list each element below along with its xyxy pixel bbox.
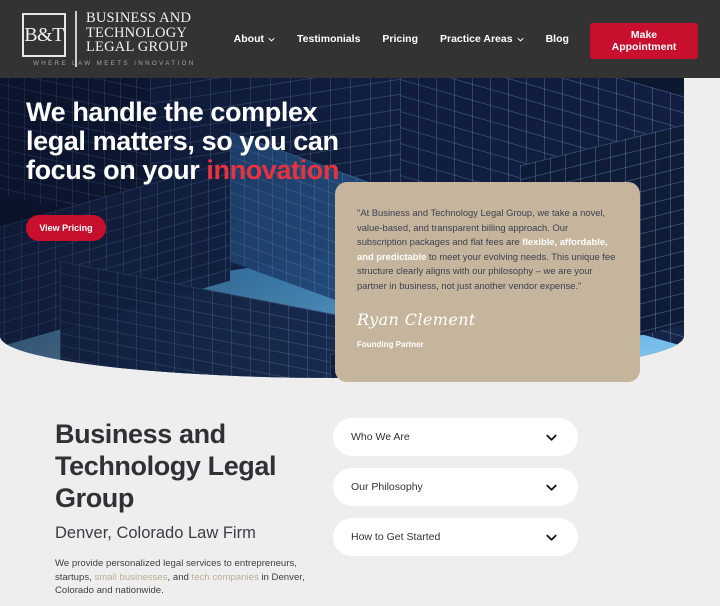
chevron-down-icon xyxy=(546,534,557,541)
hero-headline-accent: innovation xyxy=(206,155,339,185)
page-root: B&T BUSINESS AND TECHNOLOGY LEGAL GROUP … xyxy=(0,0,720,606)
chevron-down-icon xyxy=(546,484,557,491)
logo-line-3: LEGAL GROUP xyxy=(86,39,188,56)
testimonial-quote: "At Business and Technology Legal Group,… xyxy=(357,206,618,294)
accordion-item-who-we-are[interactable]: Who We Are xyxy=(333,418,578,456)
logo-line-1: BUSINESS AND xyxy=(86,10,192,27)
nav-label-about: About xyxy=(233,33,264,45)
testimonial-signature: Ryan Clement xyxy=(357,309,476,329)
logo-monogram-text: B&T xyxy=(24,23,64,46)
intro-paragraph-1: We provide personalized legal services t… xyxy=(55,557,320,598)
nav-label-blog: Blog xyxy=(545,33,569,45)
nav-label-testimonials: Testimonials xyxy=(297,33,361,45)
nav-item-about[interactable]: About xyxy=(234,33,275,45)
chevron-down-icon xyxy=(546,434,557,441)
accordion-list: Who We Are Our Philosophy How to Get Sta… xyxy=(333,418,578,568)
nav-label-pricing: Pricing xyxy=(382,33,418,45)
accordion-label: How to Get Started xyxy=(351,531,441,543)
appointment-label-line2: Appointment xyxy=(611,41,677,53)
logo-line-2: TECHNOLOGY xyxy=(86,24,188,41)
view-pricing-button[interactable]: View Pricing xyxy=(26,215,106,241)
appointment-label-line1: Make xyxy=(630,29,658,41)
main-navigation: About Testimonials Pricing Practice Area… xyxy=(234,33,569,45)
page-subtitle: Denver, Colorado Law Firm xyxy=(55,524,256,542)
link-tech-companies[interactable]: tech companies xyxy=(192,572,259,583)
accordion-label: Who We Are xyxy=(351,431,410,443)
intro-column: Business and Technology Legal Group Denv… xyxy=(55,418,320,606)
chevron-down-icon xyxy=(268,37,275,42)
testimonial-role: Founding Partner xyxy=(357,339,424,349)
nav-item-pricing[interactable]: Pricing xyxy=(382,33,418,45)
link-small-businesses[interactable]: small businesses xyxy=(94,572,167,583)
view-pricing-label: View Pricing xyxy=(39,223,93,233)
paragraph-text-b: , and xyxy=(167,571,192,583)
accordion-label: Our Philosophy xyxy=(351,481,423,493)
logo-wordmark: BUSINESS AND TECHNOLOGY LEGAL GROUP WHER… xyxy=(33,10,196,67)
logo-monogram-icon: B&T xyxy=(22,13,66,58)
site-header: B&T BUSINESS AND TECHNOLOGY LEGAL GROUP … xyxy=(0,0,720,78)
nav-item-practice-areas[interactable]: Practice Areas xyxy=(440,33,524,45)
testimonial-card: "At Business and Technology Legal Group,… xyxy=(335,182,640,382)
page-title: Business and Technology Legal Group xyxy=(55,419,277,513)
nav-item-testimonials[interactable]: Testimonials xyxy=(297,33,360,45)
hero-headline: We handle the complex legal matters, so … xyxy=(26,98,356,185)
logo-tagline: WHERE LAW MEETS INNOVATION xyxy=(33,59,196,67)
chevron-down-icon xyxy=(517,37,524,42)
nav-item-blog[interactable]: Blog xyxy=(546,33,569,45)
nav-label-practice-areas: Practice Areas xyxy=(440,33,513,45)
hero-content: We handle the complex legal matters, so … xyxy=(26,98,356,241)
accordion-item-how-to-get-started[interactable]: How to Get Started xyxy=(333,518,578,556)
site-logo[interactable]: B&T BUSINESS AND TECHNOLOGY LEGAL GROUP … xyxy=(22,11,196,67)
make-appointment-button[interactable]: Make Appointment xyxy=(590,23,698,59)
accordion-item-our-philosophy[interactable]: Our Philosophy xyxy=(333,468,578,506)
